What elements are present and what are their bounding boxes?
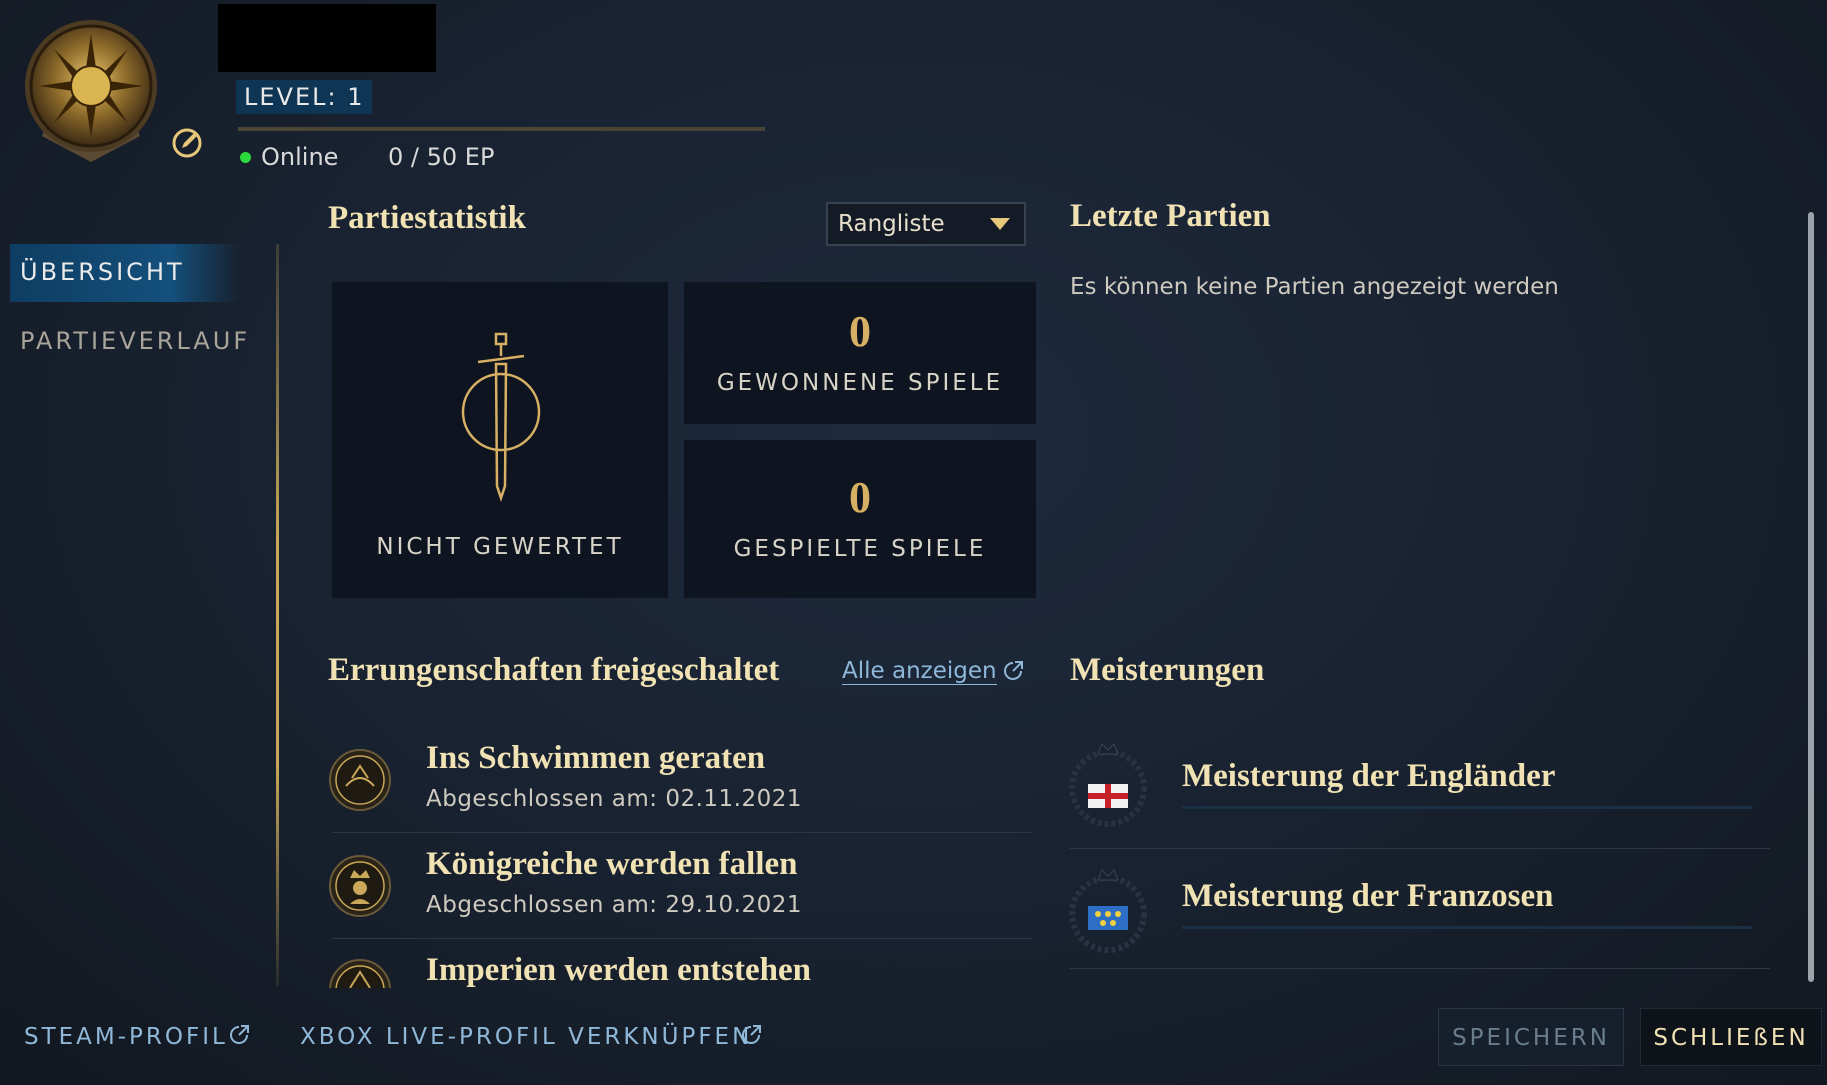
mastery-title[interactable]: Meisterung der Franzosen xyxy=(1182,878,1554,915)
external-link-icon[interactable] xyxy=(740,1024,762,1046)
achievement-title: Imperien werden entstehen xyxy=(426,952,811,988)
mastery-progress-bar xyxy=(1182,926,1752,929)
xbox-link-button[interactable]: XBOX LIVE-PROFIL VERKNÜPFEN xyxy=(300,1024,752,1050)
mode-dropdown[interactable]: Rangliste xyxy=(826,202,1026,246)
sidebar-item-match-history[interactable]: PARTIEVERLAUF xyxy=(20,327,250,355)
close-button[interactable]: SCHLIEßEN xyxy=(1640,1008,1822,1066)
played-games-value: 0 xyxy=(849,473,871,522)
row-divider xyxy=(1070,848,1770,849)
external-link-icon[interactable] xyxy=(228,1024,250,1046)
rank-card: NICHT GEWERTET xyxy=(332,282,668,598)
mastery-title[interactable]: Meisterung der Engländer xyxy=(1182,758,1555,795)
sidebar-item-overview[interactable]: ÜBERSICHT xyxy=(20,258,185,286)
scrollbar[interactable] xyxy=(1808,212,1814,982)
achievement-icon-empires xyxy=(328,958,392,988)
rank-label: NICHT GEWERTET xyxy=(376,534,624,560)
recent-matches-title: Letzte Partien xyxy=(1070,198,1271,234)
external-link-icon[interactable] xyxy=(1002,660,1024,682)
won-games-label: GEWONNENE SPIELE xyxy=(716,370,1004,396)
mastery-progress-bar xyxy=(1182,806,1752,809)
played-games-label: GESPIELTE SPIELE xyxy=(733,536,987,562)
stats-title: Partiestatistik xyxy=(328,200,526,236)
player-name-redacted xyxy=(218,4,436,72)
save-button[interactable]: SPEICHERN xyxy=(1438,1008,1624,1066)
mode-dropdown-value: Rangliste xyxy=(838,211,945,237)
achievement-date: Abgeschlossen am: 29.10.2021 xyxy=(426,892,803,918)
played-games-card: 0 GESPIELTE SPIELE xyxy=(684,440,1036,598)
online-status-text: Online xyxy=(261,143,339,171)
row-divider xyxy=(332,938,1032,939)
row-divider xyxy=(332,832,1032,833)
recent-matches-empty: Es können keine Partien angezeigt werden xyxy=(1070,274,1559,300)
won-games-card: 0 GEWONNENE SPIELE xyxy=(684,282,1036,424)
xp-counter: 0 / 50 EP xyxy=(388,143,495,171)
row-divider xyxy=(1070,968,1770,969)
achievements-title: Errungenschaften freigeschaltet xyxy=(328,652,780,688)
england-flag-icon xyxy=(1068,740,1148,830)
chevron-down-icon xyxy=(990,218,1010,230)
edit-icon[interactable] xyxy=(170,126,204,160)
steam-profile-link[interactable]: STEAM-PROFIL xyxy=(24,1024,228,1050)
xp-progress-bar xyxy=(238,127,765,131)
achievement-icon-swimming xyxy=(328,748,392,812)
france-flag-icon xyxy=(1068,866,1148,956)
sword-rank-icon xyxy=(461,332,541,502)
achievement-title: Ins Schwimmen geraten xyxy=(426,740,766,776)
won-games-value: 0 xyxy=(849,307,871,356)
sidebar-divider xyxy=(276,244,279,986)
level-badge: LEVEL: 1 xyxy=(236,80,373,114)
achievement-date: Abgeschlossen am: 02.11.2021 xyxy=(426,786,803,812)
player-avatar[interactable] xyxy=(22,16,160,166)
online-status-dot xyxy=(240,152,251,163)
achievement-icon-kingdoms xyxy=(328,854,392,918)
achievement-title: Königreiche werden fallen xyxy=(426,846,798,882)
masteries-title: Meisterungen xyxy=(1070,652,1265,688)
show-all-achievements-link[interactable]: Alle anzeigen xyxy=(842,658,997,685)
